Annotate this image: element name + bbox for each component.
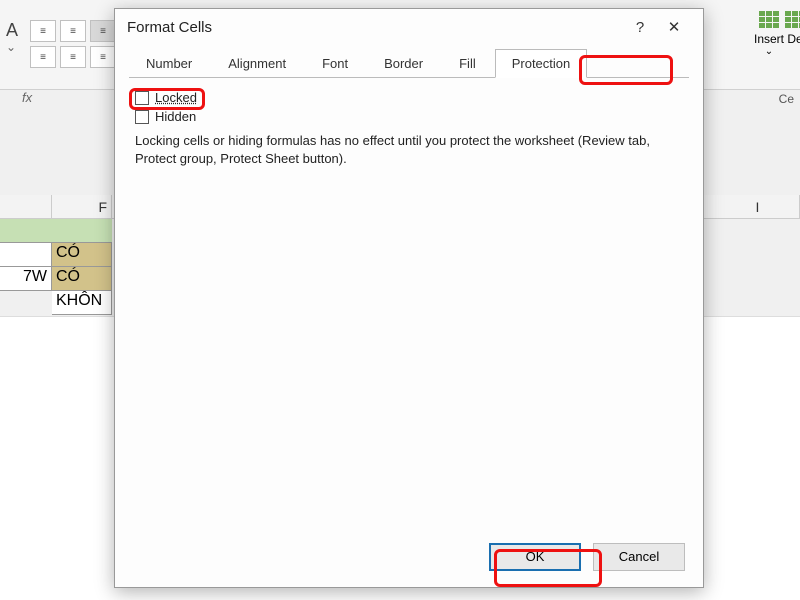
locked-checkbox[interactable]	[135, 91, 149, 105]
cell-row2[interactable]: CÓ	[52, 267, 112, 291]
align-right-icon[interactable]: ≡	[90, 20, 116, 42]
font-dropdown-caret[interactable]: ⌄	[6, 40, 16, 54]
cell-row3[interactable]: KHÔN	[52, 291, 112, 315]
header-row-green	[0, 219, 112, 243]
tab-protection[interactable]: Protection	[495, 49, 588, 78]
align-bottom-icon[interactable]: ≡	[90, 46, 116, 68]
hidden-checkbox-row[interactable]: Hidden	[135, 109, 683, 124]
align-center-icon[interactable]: ≡	[60, 20, 86, 42]
protection-description: Locking cells or hiding formulas has no …	[135, 132, 683, 167]
hidden-label: Hidden	[155, 109, 196, 124]
cell-row1-left[interactable]	[0, 243, 52, 267]
cell-row1[interactable]: CÓ	[52, 243, 112, 267]
locked-checkbox-row[interactable]: Locked	[135, 90, 683, 105]
cancel-button[interactable]: Cancel	[593, 543, 685, 571]
format-cells-dialog: Format Cells ? ✕ Number Alignment Font B…	[114, 8, 704, 588]
dialog-tabs: Number Alignment Font Border Fill Protec…	[115, 45, 703, 77]
col-header-i[interactable]: I	[716, 195, 800, 219]
delete-cells-button[interactable]: De	[770, 8, 800, 46]
help-button[interactable]: ?	[623, 19, 657, 36]
align-top-icon[interactable]: ≡	[30, 46, 56, 68]
close-icon[interactable]: ✕	[657, 18, 691, 36]
fx-icon[interactable]: fx	[22, 90, 32, 105]
delete-label: De	[770, 32, 800, 46]
dialog-title: Format Cells	[127, 19, 212, 36]
tab-border[interactable]: Border	[367, 49, 440, 77]
tab-alignment[interactable]: Alignment	[211, 49, 303, 77]
col-header-partial[interactable]: F	[52, 195, 112, 219]
hidden-checkbox[interactable]	[135, 110, 149, 124]
tab-font[interactable]: Font	[305, 49, 365, 77]
tab-fill[interactable]: Fill	[442, 49, 493, 77]
tab-number[interactable]: Number	[129, 49, 209, 77]
font-size-letter: A	[6, 20, 18, 41]
ok-button[interactable]: OK	[489, 543, 581, 571]
align-middle-icon[interactable]: ≡	[60, 46, 86, 68]
cells-group-label: Ce	[779, 92, 794, 106]
align-left-icon[interactable]: ≡	[30, 20, 56, 42]
cell-row2-left[interactable]: 7W	[0, 267, 52, 291]
locked-label: Locked	[155, 90, 197, 105]
